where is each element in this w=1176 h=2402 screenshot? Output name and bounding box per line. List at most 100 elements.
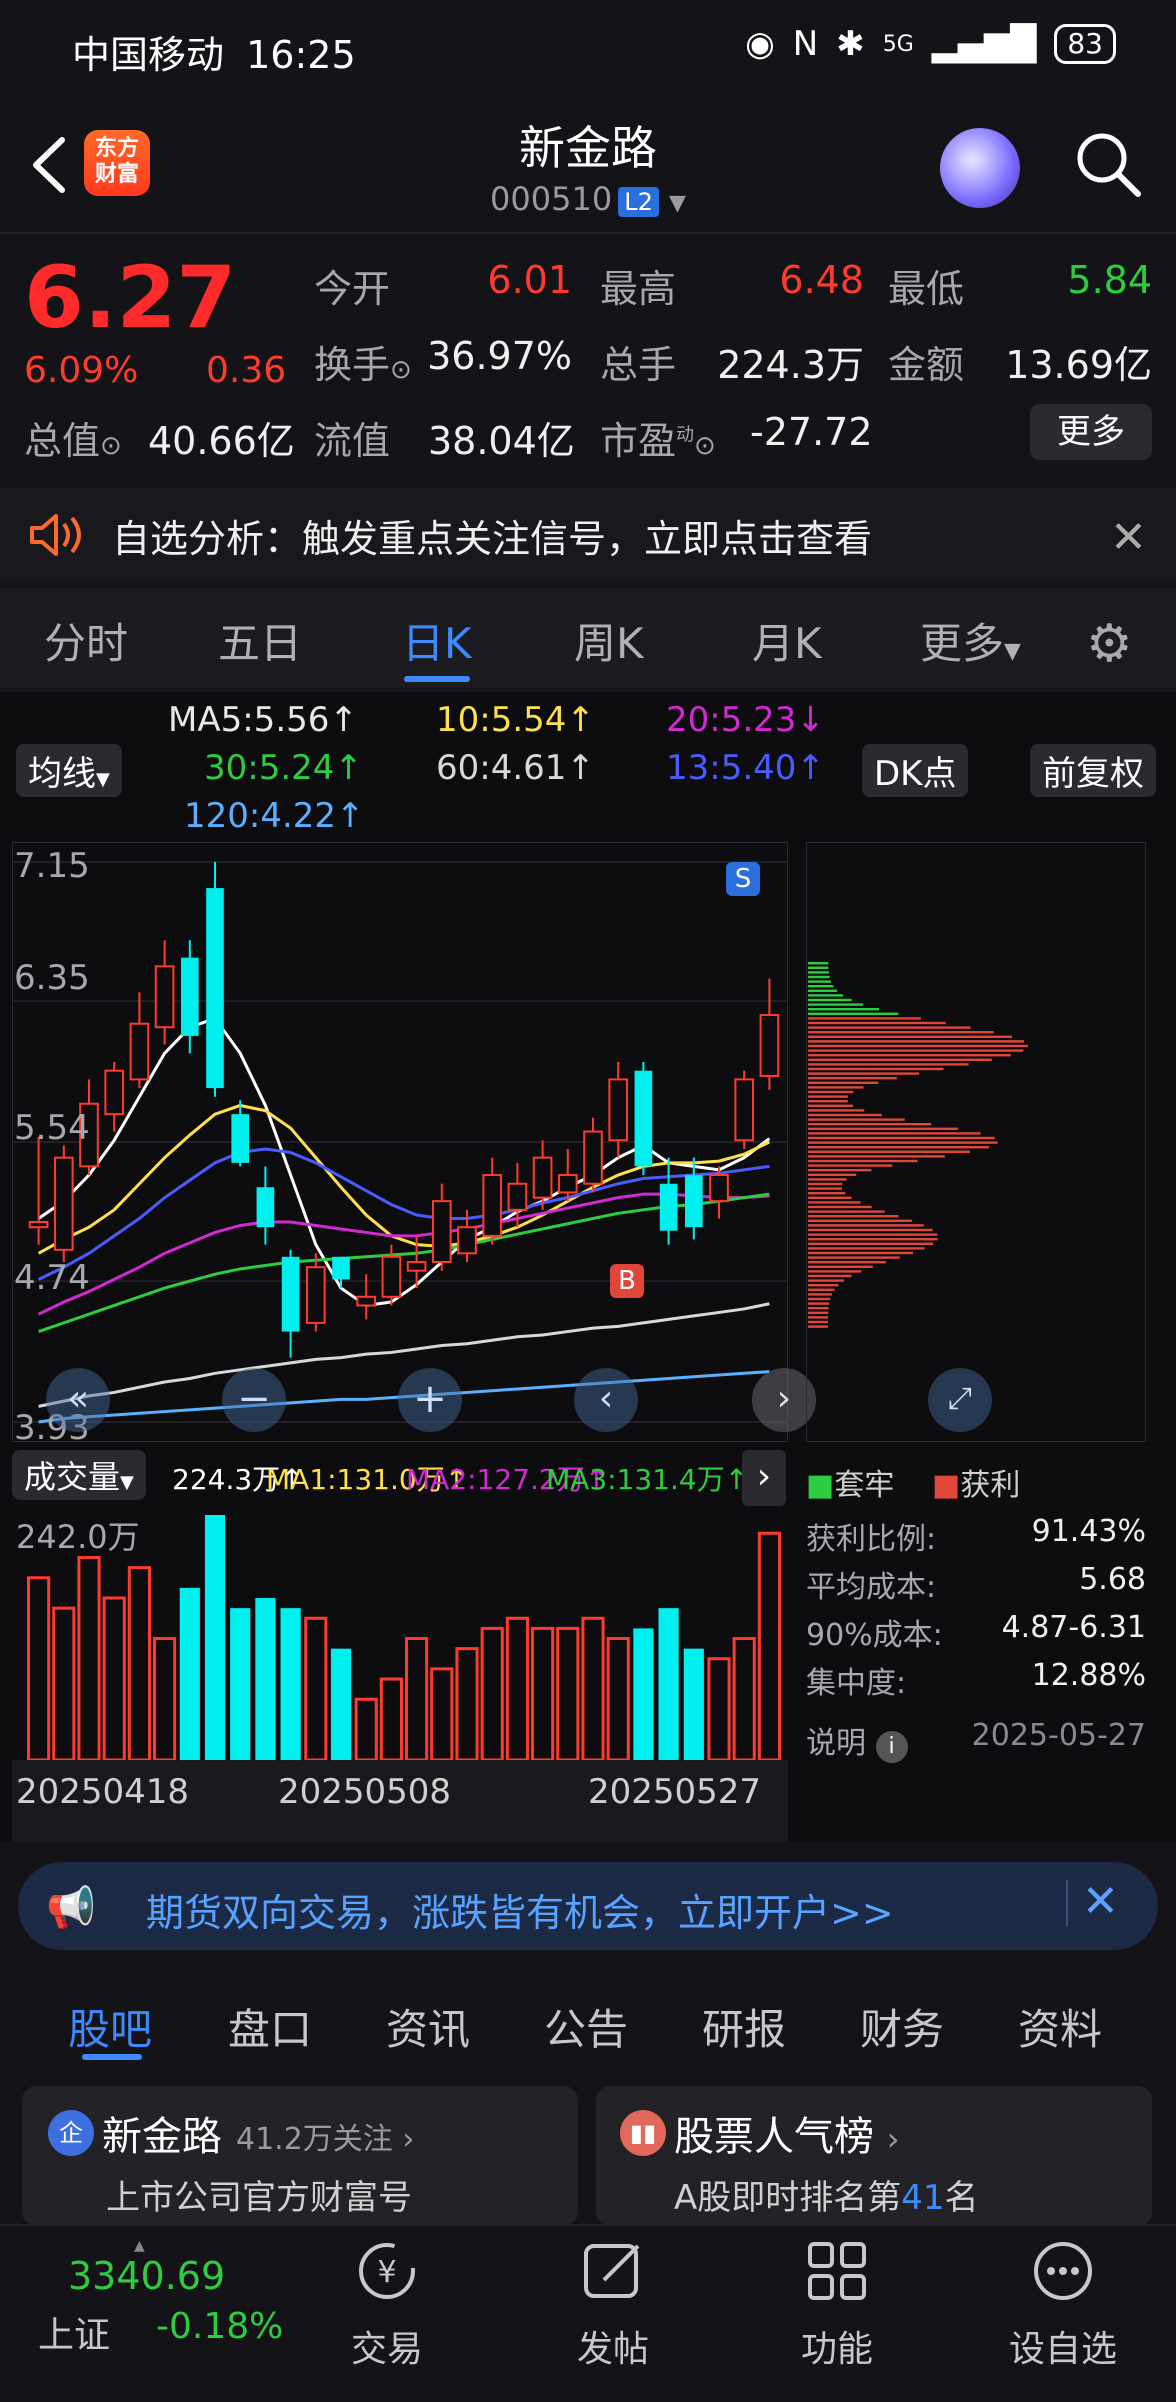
chip-bar: [808, 1279, 844, 1282]
candle-body: [734, 1078, 755, 1142]
price-change: 0.36: [206, 350, 287, 391]
chip-stat-value: 91.43%: [1031, 1514, 1146, 1549]
dk-point-button[interactable]: DK点: [862, 744, 969, 797]
ma60-legend: 60:4.61↑: [436, 748, 595, 788]
candle-body: [356, 1295, 377, 1307]
zoom-out-icon[interactable]: −: [222, 1368, 286, 1432]
close-promo-icon[interactable]: ✕: [1082, 1876, 1119, 1927]
x-tick-label: 20250527: [588, 1772, 762, 1812]
chip-bar: [808, 1054, 1011, 1057]
high-label: 最高: [600, 267, 677, 311]
volume-bar: [304, 1616, 328, 1760]
tab-more[interactable]: 更多▼: [920, 610, 1021, 671]
grid-icon: [802, 2236, 872, 2306]
sell-signal-marker[interactable]: S: [726, 862, 760, 896]
bluetooth-icon: ✱: [836, 24, 865, 64]
card-subtitle: 上市公司官方财富号: [106, 2178, 412, 2218]
tab-weekly-k[interactable]: 周K: [574, 610, 644, 671]
tab-monthly-k[interactable]: 月K: [752, 610, 822, 671]
tab-news[interactable]: 资讯: [386, 1996, 470, 2057]
eye-icon: ◉: [745, 24, 775, 64]
chip-bar: [808, 1242, 934, 1245]
legend-swatch-red: ■: [932, 1468, 961, 1503]
tab-forum[interactable]: 股吧: [68, 1996, 152, 2057]
ma5-legend: MA5:5.56↑: [168, 700, 358, 740]
gear-icon[interactable]: ⚙: [1086, 614, 1133, 674]
volume-bar: [480, 1626, 504, 1760]
indicator-selector-button[interactable]: 成交量▼: [12, 1450, 146, 1500]
chip-note-button[interactable]: 说明 i: [806, 1718, 908, 1763]
volume-bar: [354, 1697, 378, 1760]
kline-chart[interactable]: [12, 842, 788, 1442]
chip-bar: [808, 1141, 998, 1144]
adjust-mode-button[interactable]: 前复权: [1030, 744, 1156, 797]
assistant-avatar[interactable]: [940, 128, 1020, 208]
tab-daily-k[interactable]: 日K: [402, 610, 472, 671]
nav-add-watchlist[interactable]: 设自选: [983, 2320, 1143, 2372]
chip-bar: [808, 1251, 914, 1255]
candle-body: [281, 1256, 300, 1332]
chip-bar: [808, 1173, 857, 1176]
candle-body: [557, 1174, 578, 1194]
candle-body: [634, 1070, 653, 1167]
tab-profile[interactable]: 资料: [1018, 1996, 1102, 2057]
chip-bar: [808, 1081, 879, 1084]
more-quote-button[interactable]: 更多: [1030, 404, 1152, 460]
tab-intraday[interactable]: 分时: [44, 610, 128, 671]
chip-bar: [808, 1049, 1024, 1052]
chip-stat-label: 平均成本:: [806, 1570, 937, 1605]
tab-announcements[interactable]: 公告: [544, 1996, 628, 2057]
chip-bar: [808, 1256, 900, 1259]
chip-bar: [808, 1044, 1028, 1048]
chip-stat-label: 集中度:: [806, 1666, 907, 1701]
ma-selector-button[interactable]: 均线▼: [16, 744, 122, 797]
tab-order-book[interactable]: 盘口: [228, 1996, 312, 2057]
card-meta: 41.2万关注 ›: [236, 2122, 415, 2157]
tab-research[interactable]: 研报: [702, 1996, 786, 2057]
rewind-icon[interactable]: «: [46, 1368, 110, 1432]
status-left: 中国移动 16:25: [72, 24, 356, 79]
enterprise-badge: 企: [48, 2110, 94, 2156]
tab-financials[interactable]: 财务: [860, 1996, 944, 2057]
chip-bar: [808, 1132, 981, 1135]
pe-value: -27.72: [750, 410, 873, 454]
chip-bar: [808, 1109, 865, 1112]
caret-down-icon: ▼: [120, 1472, 134, 1493]
volume-bar: [606, 1637, 630, 1760]
market-cap-label: 总值⊙: [24, 419, 122, 463]
clock: 16:25: [246, 33, 356, 77]
zoom-in-icon[interactable]: +: [398, 1368, 462, 1432]
ma10-legend: 10:5.54↑: [436, 700, 595, 740]
buy-signal-marker[interactable]: B: [610, 1264, 644, 1298]
chip-bar: [808, 1008, 879, 1011]
close-notice-icon[interactable]: ✕: [1110, 512, 1147, 563]
compose-icon: [578, 2236, 648, 2306]
volume-bar: [757, 1531, 781, 1760]
index-value[interactable]: 3340.69: [68, 2254, 225, 2298]
nav-trade[interactable]: 交易: [307, 2320, 467, 2372]
volume-bar: [52, 1606, 76, 1760]
chip-bar: [808, 1127, 958, 1130]
chevron-right-icon[interactable]: ›: [742, 1450, 786, 1506]
turnover-value: 36.97%: [427, 334, 572, 378]
caret-down-icon: ▼: [669, 191, 686, 216]
chip-bar: [808, 1192, 846, 1195]
info-icon: ⊙: [694, 431, 716, 461]
nav-functions[interactable]: 功能: [757, 2320, 917, 2372]
chevron-left-icon[interactable]: ‹: [574, 1368, 638, 1432]
nav-post[interactable]: 发帖: [533, 2320, 693, 2372]
chip-bar: [808, 1012, 899, 1015]
chip-bar: [808, 1215, 899, 1218]
nfc-icon: N: [792, 24, 819, 64]
volume-bar: [204, 1515, 226, 1760]
tab-five-day[interactable]: 五日: [218, 610, 302, 671]
chip-bar: [808, 962, 829, 965]
stock-code: 000510: [490, 180, 613, 218]
search-button[interactable]: [1072, 128, 1144, 200]
volume-bar: [633, 1628, 654, 1760]
candle-body: [53, 1156, 74, 1251]
chip-bar: [808, 1325, 829, 1328]
chip-bar: [808, 1123, 932, 1126]
chip-date: 2025-05-27: [971, 1718, 1146, 1753]
volume-bar: [77, 1556, 101, 1760]
